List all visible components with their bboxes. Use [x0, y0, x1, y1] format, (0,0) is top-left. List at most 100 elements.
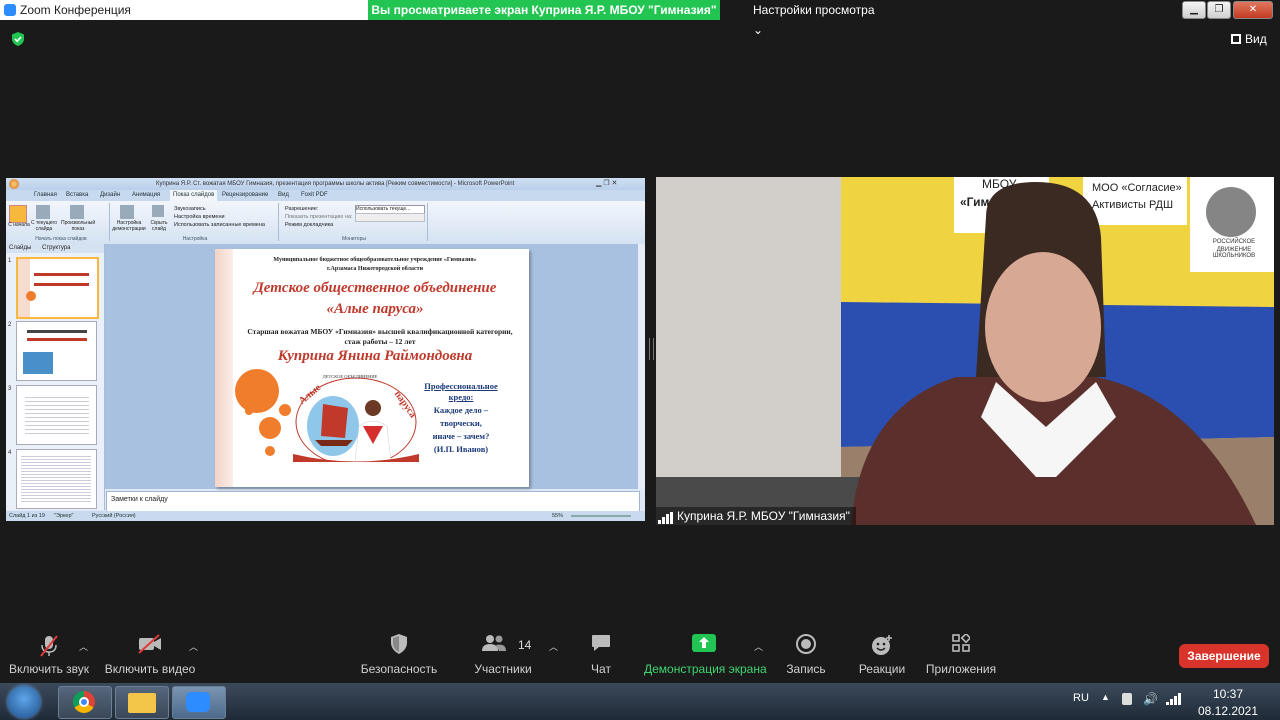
credo-title-line1: Профессиональное: [424, 381, 498, 391]
group-start-label: Начать показ слайдов: [35, 236, 87, 242]
view-settings-menu[interactable]: Настройки просмотра ⌄: [745, 0, 887, 37]
ppt-ribbon-tabs: Главная Вставка Дизайн Анимация Показ сл…: [6, 190, 645, 203]
apps-label: Приложения: [925, 662, 997, 676]
hide-slide-button[interactable]: Скрыть слайд: [148, 220, 170, 232]
start-video-label: Включить видео: [104, 662, 196, 676]
windows-start-icon[interactable]: [8, 686, 40, 718]
ppt-title: Куприна Я.Р. Ст. вожатая МБОУ Гимназия, …: [156, 181, 515, 187]
notes-pane[interactable]: Заметки к слайду: [106, 491, 640, 512]
smiley-icon: [872, 635, 892, 655]
taskbar-zoom[interactable]: [172, 686, 226, 719]
group-setup-label: Настройка: [182, 236, 208, 242]
credo-line: (И.П. Иванов): [433, 444, 489, 454]
tray-volume-icon[interactable]: 🔊: [1143, 692, 1158, 706]
show-on-select[interactable]: [355, 213, 425, 222]
minimize-button[interactable]: ▁: [1182, 1, 1206, 19]
slides-pane: Слайды Структура 1 2 3 4: [6, 244, 105, 510]
participants-chevron-icon[interactable]: ︿: [549, 640, 558, 653]
tray-language[interactable]: RU: [1073, 692, 1089, 704]
shared-screen[interactable]: Куприна Я.Р. Ст. вожатая МБОУ Гимназия, …: [6, 178, 645, 521]
custom-show-button[interactable]: Произвольный показ: [61, 220, 95, 232]
tab-animation[interactable]: Анимация: [132, 192, 160, 198]
audio-options-chevron-icon[interactable]: ︿: [79, 640, 88, 653]
thumb-number: 2: [8, 322, 12, 328]
office-button-icon[interactable]: [9, 179, 19, 189]
slide-thumbnail[interactable]: [16, 257, 99, 319]
from-start-button[interactable]: С начала: [8, 222, 30, 228]
use-timings-checkbox[interactable]: Использовать записанные времена: [174, 222, 265, 228]
tab-slides[interactable]: Слайды: [9, 245, 31, 251]
credo-title-line2: кредо:: [448, 392, 474, 402]
logo-top-text: ДЕТСКОЕ ОБЪЕДИНЕНИЕ: [322, 374, 378, 379]
ribbon-group-monitors: Разрешение: Использовать текуще... Показ…: [279, 203, 428, 242]
share-options-chevron-icon[interactable]: ︿: [754, 640, 763, 653]
clock-date[interactable]: 08.12.2021: [1197, 704, 1259, 718]
taskbar-explorer[interactable]: [115, 686, 169, 719]
status-zoom[interactable]: 55%: [552, 513, 563, 519]
tab-home[interactable]: Главная: [34, 192, 57, 198]
microphone-muted-icon: [40, 635, 58, 657]
thumb-number: 4: [8, 450, 12, 456]
app-title: Zoom Конференция: [20, 3, 131, 17]
view-button[interactable]: Вид: [1231, 32, 1267, 46]
tab-design[interactable]: Дизайн: [100, 192, 120, 198]
setup-show-icon: [120, 205, 134, 219]
zoom-slider[interactable]: [571, 515, 631, 517]
tab-foxit[interactable]: Foxit PDF: [301, 192, 328, 198]
tab-outline[interactable]: Структура: [42, 245, 70, 251]
folder-icon: [128, 693, 156, 713]
view-settings-label: Настройки просмотра: [753, 3, 875, 17]
record-narration-button[interactable]: Звукозапись: [174, 206, 206, 212]
status-theme: "Эркер": [54, 513, 74, 519]
thumb-text-lines: [25, 394, 89, 434]
end-meeting-button[interactable]: Завершение: [1179, 644, 1269, 668]
wall-sign-rdsh: Активисты РДШ: [1092, 199, 1174, 211]
view-button-label: Вид: [1245, 32, 1267, 46]
credo-line: Каждое дело –: [433, 405, 489, 415]
share-banner: Вы просматриваете экран Куприна Я.Р. МБО…: [368, 0, 720, 20]
ppt-window-controls[interactable]: ▁ ❐ ✕: [596, 179, 617, 187]
participants-label: Участники: [474, 662, 532, 676]
presenter-view-checkbox[interactable]: Режим докладчика: [285, 222, 333, 228]
grid-icon: [1231, 34, 1241, 44]
rehearse-timings-button[interactable]: Настройка времени: [174, 214, 225, 220]
tray-network-icon[interactable]: [1166, 693, 1182, 705]
participant-video-frame: [656, 177, 1274, 525]
chrome-icon-center: [79, 697, 89, 707]
wall-sign-rdsh-logo-text2: ДВИЖЕНИЕ ШКОЛЬНИКОВ: [1212, 247, 1256, 259]
slide-thumbnail[interactable]: [16, 321, 97, 381]
from-current-button[interactable]: С текущего слайда: [30, 220, 58, 232]
setup-show-button[interactable]: Настройка демонстрации: [112, 220, 146, 232]
meeting-toolbar: Включить звук ︿ Включить видео ︿ Безопас…: [0, 626, 1280, 682]
video-camera-off-icon: [138, 634, 161, 654]
thumb-number: 1: [8, 258, 12, 264]
ribbon-group-setup: Настройка демонстрации Скрыть слайд Звук…: [110, 203, 279, 242]
taskbar-chrome[interactable]: [58, 686, 112, 719]
encryption-shield-icon[interactable]: [11, 32, 25, 46]
tab-review[interactable]: Рецензирование: [222, 192, 268, 198]
clock-time[interactable]: 10:37: [1206, 687, 1250, 701]
video-options-chevron-icon[interactable]: ︿: [189, 640, 198, 653]
chat-label: Чат: [591, 662, 611, 676]
close-button[interactable]: ✕: [1233, 1, 1273, 19]
vertical-scrollbar[interactable]: [638, 244, 645, 489]
wall-sign-rdsh-logo-text1: РОССИЙСКОЕ: [1212, 239, 1256, 245]
tab-insert[interactable]: Вставка: [66, 192, 88, 198]
tray-expand-icon[interactable]: ▲: [1101, 692, 1110, 702]
participants-count: 14: [518, 638, 532, 652]
tray-flag-icon[interactable]: [1122, 693, 1132, 705]
participant-video[interactable]: МБОУ «Гим МОО «Согласие» Активисты РДШ Р…: [656, 177, 1274, 525]
tab-view[interactable]: Вид: [278, 192, 289, 198]
slide-person-name: Куприна Янина Раймондовна: [277, 348, 473, 364]
show-on-label: Показать презентацию на:: [285, 214, 353, 220]
slide-thumbnail[interactable]: [16, 385, 97, 445]
panel-divider-handle[interactable]: [649, 338, 654, 360]
slide-editing-area: Муниципальное бюджетное общеобразователь…: [105, 244, 639, 489]
slide-thumbnail[interactable]: [16, 449, 97, 509]
slide-title-line1: Детское общественное объединение: [253, 280, 497, 296]
slide-city-text: г.Арзамаса Нижегородской области: [326, 266, 424, 272]
slideshow-start-icon[interactable]: [9, 205, 27, 223]
current-slide[interactable]: Муниципальное бюджетное общеобразователь…: [215, 249, 529, 487]
decor-circle: [245, 407, 253, 415]
restore-button[interactable]: ❐: [1207, 1, 1231, 19]
